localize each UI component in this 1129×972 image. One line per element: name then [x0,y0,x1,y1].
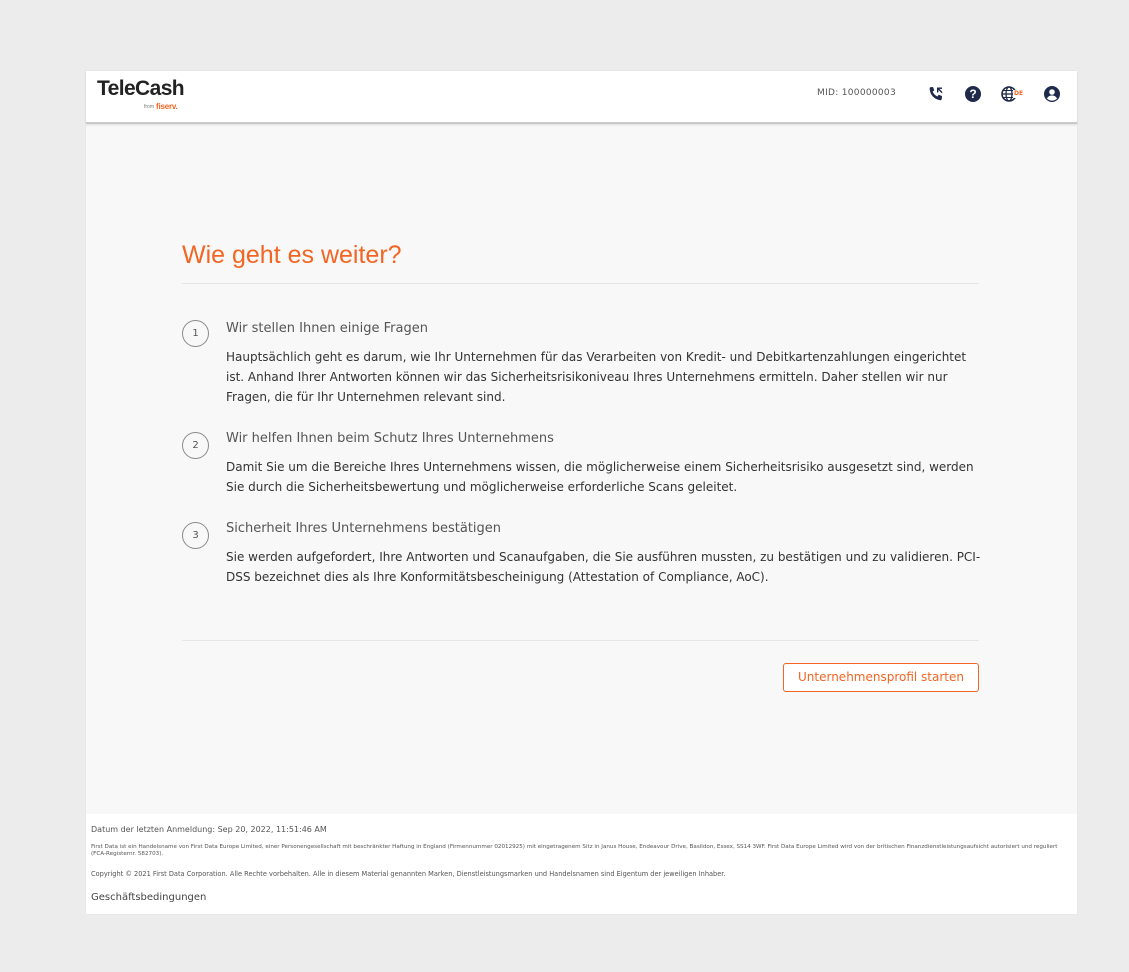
step-description: Hauptsächlich geht es darum, wie Ihr Unt… [226,350,967,404]
step-title: Wir stellen Ihnen einige Fragen [226,321,428,336]
step-title: Wir helfen Ihnen beim Schutz Ihres Unter… [226,431,554,446]
phone-icon[interactable] [926,84,946,104]
logo-subline: from fiserv. [144,102,178,111]
language-globe-icon[interactable]: DE [1000,84,1025,104]
language-code-label: DE [1013,90,1025,98]
title-divider [182,283,979,284]
last-login-text: Datum der letzten Anmeldung: Sep 20, 202… [91,825,327,834]
svg-text:?: ? [969,87,976,101]
logo-brand-text: TeleCash [97,77,185,100]
legal-notice-text: First Data ist ein Handelsname von First… [91,844,1058,857]
top-header: TeleCash from fiserv. MID: 100000003 ? D… [86,71,1077,124]
step-title: Sicherheit Ihres Unternehmens bestätigen [226,521,502,536]
logo-fiserv-text: fiserv. [156,102,178,111]
terms-link[interactable]: Geschäftsbedingungen [91,892,206,903]
logo-from-text: from [144,104,154,110]
page-title: Wie geht es weiter? [182,241,402,269]
step-number-badge: 1 [182,320,209,347]
help-icon[interactable]: ? [963,84,983,104]
start-company-profile-button[interactable]: Unternehmensprofil starten [783,663,979,692]
step-description: Damit Sie um die Bereiche Ihres Unterneh… [226,460,974,494]
step-number-badge: 2 [182,432,209,459]
telecash-logo[interactable]: TeleCash from fiserv. [97,77,187,117]
content-divider [182,640,979,641]
step-description: Sie werden aufgefordert, Ihre Antworten … [226,550,981,584]
merchant-id-label: MID: 100000003 [817,88,896,98]
user-account-icon[interactable] [1042,84,1062,104]
page-footer: Datum der letzten Anmeldung: Sep 20, 202… [86,814,1077,914]
step-number-badge: 3 [182,522,209,549]
app-window: TeleCash from fiserv. MID: 100000003 ? D… [86,71,1077,914]
copyright-text: Copyright © 2021 First Data Corporation.… [91,870,726,878]
